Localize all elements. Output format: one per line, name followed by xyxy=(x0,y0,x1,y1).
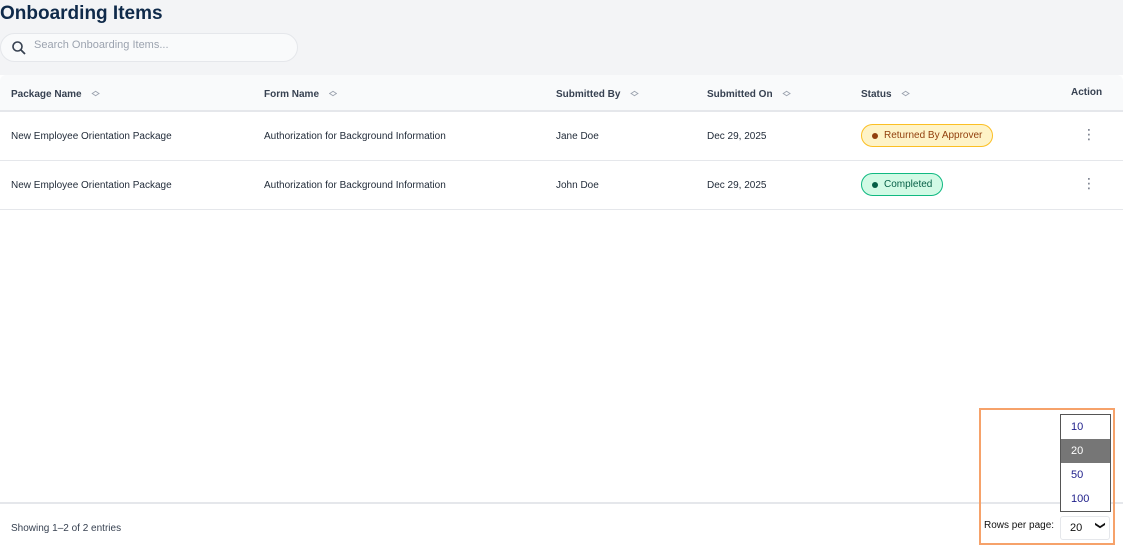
package-name: New Employee Orientation Package xyxy=(11,180,172,191)
search-box[interactable] xyxy=(0,33,298,62)
column-submitted-on[interactable]: Submitted On ︿ ﹀ xyxy=(707,87,791,102)
table-header: Package Name ︿ ﹀ Form Name ︿ ﹀ Submitted By ︿… xyxy=(0,75,1123,112)
column-label: Status xyxy=(861,88,892,100)
entries-count: Showing 1–2 of 2 entries xyxy=(11,523,122,534)
rows-per-page-select[interactable]: 20 ❯ xyxy=(1060,516,1110,540)
more-actions-icon[interactable]: ⋮ xyxy=(1082,175,1096,192)
status-badge: Completed xyxy=(861,173,944,196)
submitted-on: Dec 29, 2025 xyxy=(707,180,767,191)
option-100[interactable]: 100 xyxy=(1061,487,1110,511)
column-package-name[interactable]: Package Name ︿ ﹀ xyxy=(11,87,100,102)
column-label: Submitted On xyxy=(707,88,773,100)
column-action: Action xyxy=(1071,87,1102,98)
package-name: New Employee Orientation Package xyxy=(11,131,172,142)
sort-icon[interactable]: ︿ ﹀ xyxy=(902,87,910,102)
column-submitted-by[interactable]: Submitted By ︿ ﹀ xyxy=(556,87,638,102)
page-title: Onboarding Items xyxy=(0,3,163,24)
column-form-name[interactable]: Form Name ︿ ﹀ xyxy=(264,87,337,102)
option-20[interactable]: 20 xyxy=(1061,439,1110,463)
search-input[interactable] xyxy=(34,39,284,51)
column-label: Submitted By xyxy=(556,88,621,100)
status-badge: Returned By Approver xyxy=(861,124,994,147)
form-name: Authorization for Background Information xyxy=(264,180,446,191)
rows-per-page-options: 10 20 50 100 xyxy=(1060,414,1111,512)
status-text: Returned By Approver xyxy=(884,130,983,141)
status-dot-icon xyxy=(872,181,878,188)
rows-per-page-label: Rows per page: xyxy=(984,520,1055,531)
selected-value: 20 xyxy=(1070,522,1083,534)
option-10[interactable]: 10 xyxy=(1061,415,1110,439)
sort-icon[interactable]: ︿ ﹀ xyxy=(783,87,791,102)
status-text: Completed xyxy=(884,179,933,190)
column-label: Form Name xyxy=(264,88,320,100)
column-status[interactable]: Status ︿ ﹀ xyxy=(861,87,910,102)
status-dot-icon xyxy=(872,132,878,139)
table-row[interactable]: New Employee Orientation Package Authori… xyxy=(0,112,1123,161)
table-footer: Showing 1–2 of 2 entries xyxy=(0,502,1123,551)
table-row[interactable]: New Employee Orientation Package Authori… xyxy=(0,161,1123,210)
option-50[interactable]: 50 xyxy=(1061,463,1110,487)
column-label: Action xyxy=(1071,87,1103,98)
sort-icon[interactable]: ︿ ﹀ xyxy=(329,87,337,102)
more-actions-icon[interactable]: ⋮ xyxy=(1082,126,1096,143)
sort-icon[interactable]: ︿ ﹀ xyxy=(92,87,100,102)
submitted-on: Dec 29, 2025 xyxy=(707,131,767,142)
search-icon xyxy=(12,41,26,55)
sort-icon[interactable]: ︿ ﹀ xyxy=(630,87,638,102)
submitted-by: Jane Doe xyxy=(556,131,599,142)
page-header: Onboarding Items xyxy=(0,0,1123,75)
form-name: Authorization for Background Information xyxy=(264,131,446,142)
column-label: Package Name xyxy=(11,88,82,100)
chevron-down-icon: ❯ xyxy=(1094,521,1106,530)
submitted-by: John Doe xyxy=(556,180,599,191)
